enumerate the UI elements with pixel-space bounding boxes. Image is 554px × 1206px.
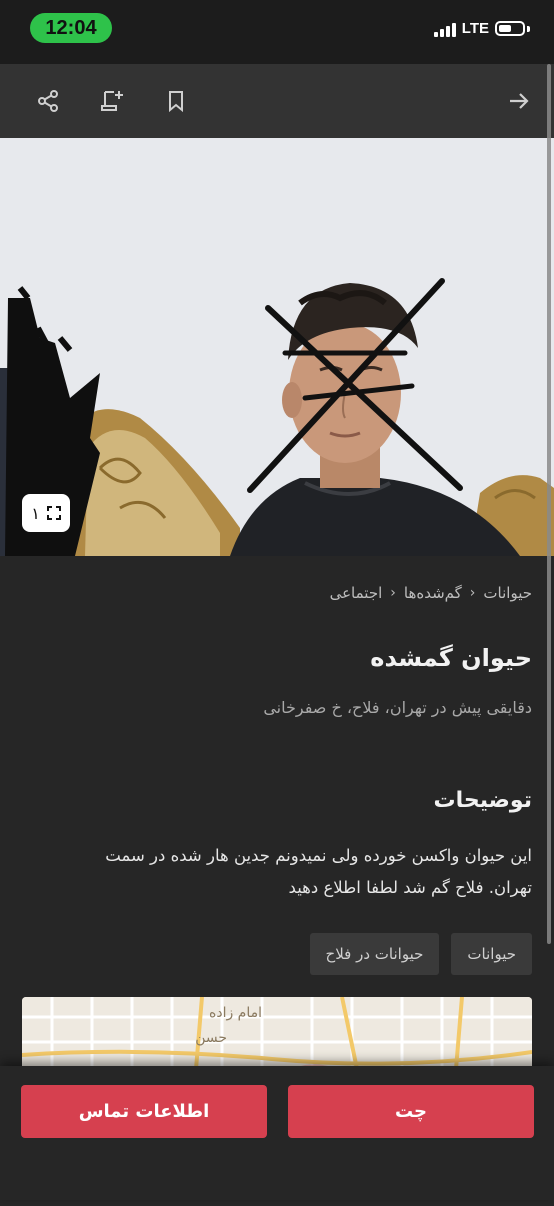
chat-button[interactable]: چت xyxy=(288,1085,534,1138)
map-label-imamzadeh: امام زاده xyxy=(209,1005,262,1021)
bookmark-icon[interactable] xyxy=(159,84,193,118)
tag-list: حیوانات حیوانات در فلاح xyxy=(309,933,532,975)
description-text: این حیوان واکسن خورده ولی نمیدونم جدین ه… xyxy=(105,846,532,897)
breadcrumb: اجتماعی ‹ گم‌شده‌ها ‹ حیوانات xyxy=(330,584,532,602)
chevron-left-icon: ‹ xyxy=(469,585,476,601)
battery-tip xyxy=(527,25,530,32)
listing-photo[interactable] xyxy=(0,138,554,556)
status-bar: 12:04 LTE xyxy=(0,0,554,64)
chevron-left-icon: ‹ xyxy=(390,585,396,601)
status-time: 12:04 xyxy=(30,13,112,43)
signal-icon xyxy=(433,21,456,37)
breadcrumb-item-animals[interactable]: حیوانات xyxy=(483,584,532,602)
photo-illustration xyxy=(0,138,554,556)
description-heading: توضیحات xyxy=(433,788,532,813)
breadcrumb-item-social[interactable]: اجتماعی xyxy=(330,584,383,602)
tag-animals[interactable]: حیوانات xyxy=(451,933,532,975)
tag-animals-in-fallah[interactable]: حیوانات در فلاح xyxy=(309,933,440,975)
gallery-counter-value: ۱ xyxy=(31,503,40,523)
contact-info-button[interactable]: اطلاعات تماس xyxy=(21,1085,267,1138)
fullscreen-icon xyxy=(46,506,61,520)
add-note-icon[interactable] xyxy=(95,84,129,118)
back-arrow-icon[interactable] xyxy=(502,84,536,118)
network-label: LTE xyxy=(461,20,489,37)
toolbar xyxy=(0,64,554,138)
map-label-hasan: حسن xyxy=(195,1030,227,1046)
gallery-counter[interactable]: ۱ xyxy=(22,494,70,532)
page-title: حیوان گمشده xyxy=(370,644,532,672)
breadcrumb-item-lost[interactable]: گم‌شده‌ها xyxy=(404,584,462,602)
listing-meta: دقایقی پیش در تهران، فلاح، خ صفرخانی xyxy=(263,698,532,717)
status-indicators: LTE xyxy=(433,20,530,37)
share-icon[interactable] xyxy=(31,84,65,118)
action-bar: اطلاعات تماس چت xyxy=(0,1066,554,1200)
battery-icon xyxy=(495,21,525,36)
scrollbar[interactable] xyxy=(547,64,551,944)
